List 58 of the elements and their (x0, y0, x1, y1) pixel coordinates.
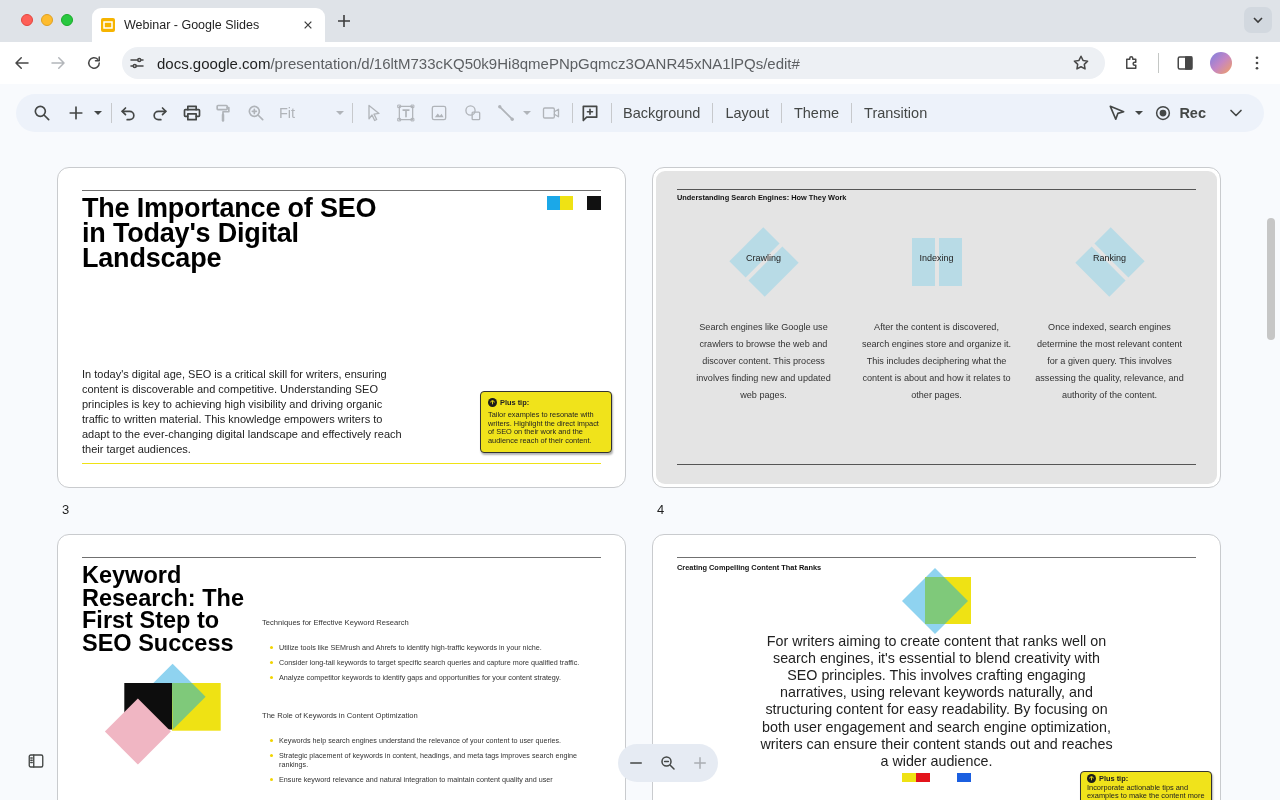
toolbar-menu-button[interactable]: Transition (856, 99, 936, 127)
toolbar-menu-button[interactable]: Layout (717, 99, 777, 127)
slide-body-text: For writers aiming to create content that ranks well on search engines, it's essential to blend creativity with SEO principles. This involves crafting engaging narratives, using relevant keywords naturally, and structuring content for easy readability. By focusing on both user engagement and search engine optimization, writers can ensure their content stands out and reaches a wider audience. (759, 632, 1114, 771)
step-label: Crawling (746, 252, 781, 264)
slide-number: 3 (62, 502, 70, 517)
close-icon[interactable] (303, 20, 313, 30)
side-panel-icon[interactable] (27, 752, 45, 770)
side-panel-icon[interactable] (1176, 54, 1194, 72)
scrollbar-thumb[interactable] (1267, 218, 1275, 340)
bookmark-star-icon[interactable] (1072, 54, 1090, 72)
browser-tab[interactable]: Webinar - Google Slides (92, 8, 325, 42)
bullet-dot-icon (270, 754, 273, 757)
step-description: Search engines like Google use crawlers to browse the web and discover content. This process involves finding new and updated web pages. (695, 321, 832, 402)
toolbar-menu-button[interactable]: Background (615, 99, 709, 127)
tip-emblem-icon (488, 397, 497, 407)
record-button[interactable]: Rec (1154, 99, 1206, 127)
record-icon (1154, 104, 1173, 122)
bullet-dot-icon (270, 646, 273, 649)
slide-thumbnail[interactable] (57, 167, 626, 488)
bullet-dot-icon (270, 739, 273, 742)
slide-title: The Importance of SEO in Today's Digital Landscape (82, 196, 378, 271)
caret-icon (336, 111, 344, 115)
tip-emblem-icon (1087, 774, 1096, 783)
caret-icon[interactable] (94, 111, 102, 115)
square-blocks-drawing (902, 773, 971, 783)
step-description: Once indexed, search engines determine the most relevant content for a given query. This involves assessing the quality, relevance, and authority of the content. (1034, 321, 1185, 402)
search-icon[interactable] (32, 103, 52, 123)
step-label: Ranking (1093, 252, 1126, 264)
square-blocks-drawing (547, 196, 601, 210)
profile-avatar[interactable] (1210, 52, 1232, 74)
bullet-dot-icon (270, 661, 273, 664)
bullet-dot-icon (270, 676, 273, 679)
bullet-dot-icon (270, 778, 273, 781)
reload-icon[interactable] (85, 54, 103, 72)
slide-number: 4 (657, 502, 665, 517)
printer-icon[interactable] (182, 103, 202, 123)
slide-thumbnail[interactable] (652, 534, 1221, 800)
url-text: docs.google.com/presentation/d/16ltM733cKQ50k9Hi8qmePNpGqmcz3OANR45xNA1lPQs/edit# (157, 54, 800, 72)
toolbar-menu-button[interactable]: Theme (785, 99, 848, 127)
chevron-down-icon (1252, 14, 1264, 26)
plus-icon[interactable] (337, 14, 351, 28)
tab-list-button[interactable] (1244, 7, 1272, 33)
slide-body-text: In today's digital age, SEO is a critical skill for writers, ensuring content is discoverable and competitive. Understanding SEO principles is key to achieving high visibility and driving organic traffic to written material. This knowledge empowers writers to adapt to the ever-changing digital landscape and effectively reach their target audiences. (82, 367, 403, 457)
slide-thumbnail[interactable] (652, 167, 1221, 488)
zoom-out-icon[interactable] (659, 754, 677, 772)
slide-thumbnail[interactable] (57, 534, 626, 800)
url-field[interactable]: docs.google.com/presentation/d/16ltM733cKQ50k9Hi8qmePNpGqmcz3OANR45xNA1lPQs/edit# (122, 47, 1105, 79)
split-diamond-icon (727, 226, 800, 298)
presentation-icon (100, 17, 116, 33)
step-label: Indexing (919, 252, 954, 264)
caret-icon[interactable] (1135, 111, 1144, 115)
slide-title: Keyword Research: The First Step to SEO Success (82, 564, 245, 654)
step-description: After the content is discovered, search engines store and organize it. This includes deciphering what the content is about and how it relates to other pages. (861, 321, 1012, 402)
overlapping-shapes-drawing (901, 568, 972, 634)
window-close-button[interactable] (21, 14, 33, 26)
back-arrow-icon[interactable] (13, 54, 31, 72)
split-diamond-icon (1073, 226, 1146, 298)
add-comment-icon[interactable] (580, 103, 600, 123)
